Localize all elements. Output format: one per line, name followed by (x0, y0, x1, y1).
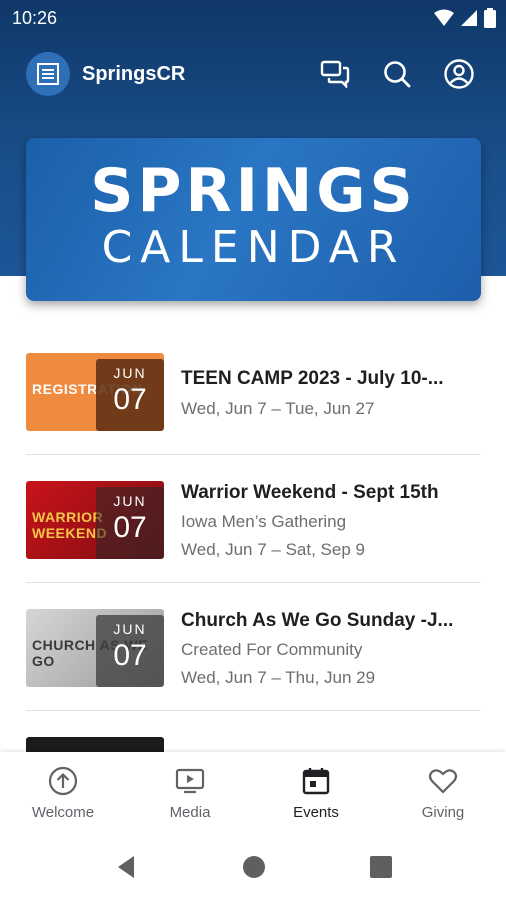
status-icons (434, 8, 496, 28)
logo-icon (26, 52, 70, 96)
calendar-icon (302, 768, 330, 795)
event-subtitle: Created For Community (181, 640, 363, 659)
nav-item-welcome[interactable]: Welcome (0, 752, 126, 834)
divider (26, 454, 481, 455)
event-item[interactable]: REGISTRATION JUN 07 TEEN CAMP 2023 - Jul… (0, 338, 506, 466)
event-subtitle: Iowa Men’s Gathering (181, 512, 347, 531)
event-title: TEEN CAMP 2023 - July 10-... (181, 368, 444, 389)
event-title: Warrior Weekend - Sept 15th (181, 482, 439, 503)
calendar-banner: SPRINGS CALENDAR (26, 138, 481, 301)
home-icon[interactable] (241, 854, 267, 880)
nav-label: Media (169, 804, 211, 821)
date-month: JUN (113, 493, 147, 509)
nav-item-media[interactable]: Media (127, 752, 253, 834)
divider (26, 710, 481, 711)
date-badge: JUN 07 (96, 487, 164, 559)
status-time: 10:26 (12, 8, 58, 28)
battery-icon (484, 8, 496, 28)
date-day: 07 (113, 383, 147, 416)
app-bar: SpringsCR (0, 48, 506, 102)
date-badge: JUN 07 (96, 359, 164, 431)
nav-item-events[interactable]: Events (253, 752, 379, 834)
event-thumbnail: REGISTRATION JUN 07 (26, 353, 164, 431)
date-month: JUN (113, 365, 147, 381)
tv-play-icon (175, 768, 205, 794)
event-thumbnail: CHURCH AS WE GO JUN 07 (26, 609, 164, 687)
nav-item-giving[interactable]: Giving (380, 752, 506, 834)
event-item[interactable]: WARRIOR WEEKEND JUN 07 Warrior Weekend -… (0, 466, 506, 594)
bottom-navigation: Welcome Media Events Giving (0, 752, 506, 834)
app-title: SpringsCR (82, 63, 186, 85)
event-dates: Wed, Jun 7 – Tue, Jun 27 (181, 399, 375, 418)
event-dates: Wed, Jun 7 – Thu, Jun 29 (181, 668, 376, 687)
heart-icon (428, 769, 458, 794)
signal-icon (461, 10, 477, 26)
status-bar: 10:26 (0, 0, 506, 36)
account-icon[interactable] (441, 56, 477, 92)
date-month: JUN (113, 621, 147, 637)
arrow-up-circle-icon (48, 766, 78, 796)
wifi-icon (434, 9, 454, 26)
date-day: 07 (113, 511, 147, 544)
system-navigation-bar (0, 834, 506, 900)
banner-title: SPRINGS (90, 156, 417, 226)
banner-subtitle: CALENDAR (101, 222, 406, 273)
event-item[interactable]: CHURCH AS WE GO JUN 07 Church As We Go S… (0, 594, 506, 722)
event-thumbnail: WARRIOR WEEKEND JUN 07 (26, 481, 164, 559)
divider (26, 582, 481, 583)
event-title: Church As We Go Sunday -J... (181, 610, 454, 631)
nav-label: Giving (421, 804, 465, 821)
event-dates: Wed, Jun 7 – Sat, Sep 9 (181, 540, 365, 559)
date-badge: JUN 07 (96, 615, 164, 687)
nav-label: Welcome (31, 804, 95, 821)
date-day: 07 (113, 639, 147, 672)
back-icon[interactable] (114, 854, 140, 880)
nav-label: Events (293, 804, 339, 821)
recents-icon[interactable] (368, 854, 394, 880)
chat-icon[interactable] (317, 56, 353, 92)
search-icon[interactable] (379, 56, 415, 92)
